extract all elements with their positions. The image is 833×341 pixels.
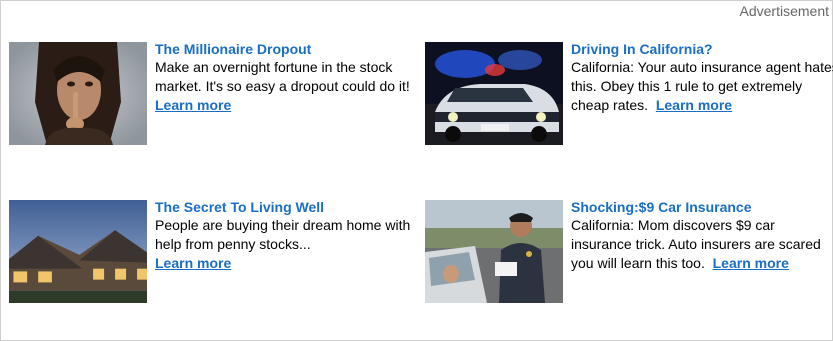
ad-thumbnail[interactable] bbox=[425, 200, 563, 303]
ad-card[interactable]: The Secret To Living Well People are buy… bbox=[9, 199, 423, 310]
ad-card[interactable]: The Millionaire Dropout Make an overnigh… bbox=[9, 41, 423, 152]
learn-more-link[interactable]: Learn more bbox=[713, 255, 789, 271]
man-shushing-photo bbox=[9, 42, 147, 145]
ad-thumbnail[interactable] bbox=[425, 42, 563, 145]
ad-body-text: Make an overnight fortune in the stock m… bbox=[155, 59, 410, 94]
ad-card[interactable]: Driving In California? California: Your … bbox=[425, 41, 833, 152]
learn-more-link[interactable]: Learn more bbox=[155, 97, 231, 113]
ad-title-link[interactable]: The Secret To Living Well bbox=[155, 199, 423, 216]
ad-title-link[interactable]: The Millionaire Dropout bbox=[155, 41, 423, 58]
learn-more-link[interactable]: Learn more bbox=[155, 255, 231, 271]
ad-text: The Secret To Living Well People are buy… bbox=[155, 199, 423, 273]
ad-text: Driving In California? California: Your … bbox=[571, 41, 833, 115]
ad-text: The Millionaire Dropout Make an overnigh… bbox=[155, 41, 423, 115]
ad-title-link[interactable]: Shocking:$9 Car Insurance bbox=[571, 199, 833, 216]
ad-thumbnail[interactable] bbox=[9, 42, 147, 145]
ad-body-text: People are buying their dream home with … bbox=[155, 217, 411, 252]
learn-more-link[interactable]: Learn more bbox=[656, 97, 732, 113]
ad-card[interactable]: Shocking:$9 Car Insurance California: Mo… bbox=[425, 199, 833, 310]
ad-title-link[interactable]: Driving In California? bbox=[571, 41, 833, 58]
police-car-night-photo bbox=[425, 42, 563, 145]
ad-widget: Advertisement The Millionaire Dropout Ma… bbox=[0, 0, 833, 341]
advertisement-label: Advertisement bbox=[739, 3, 829, 19]
ad-thumbnail[interactable] bbox=[9, 200, 147, 303]
mansion-dusk-photo bbox=[9, 200, 147, 303]
traffic-stop-photo bbox=[425, 200, 563, 303]
ad-text: Shocking:$9 Car Insurance California: Mo… bbox=[571, 199, 833, 273]
